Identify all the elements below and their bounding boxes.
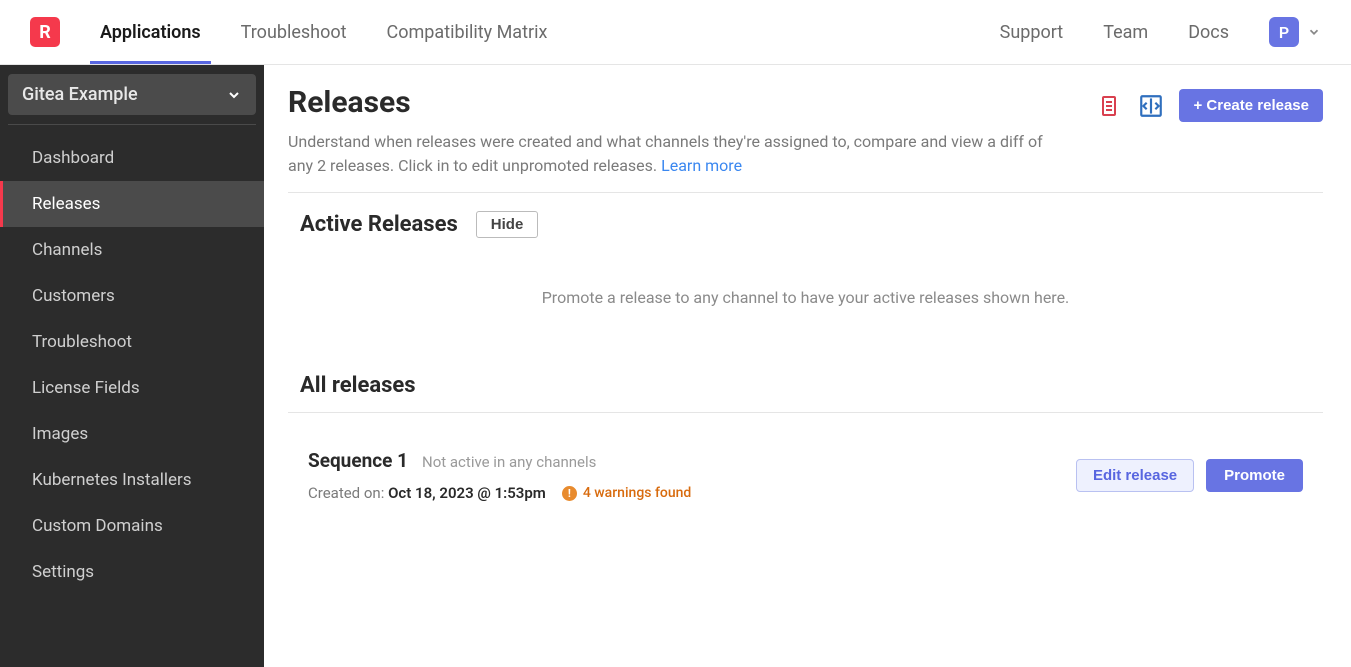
warnings-text: 4 warnings found [583, 485, 691, 501]
nav-team[interactable]: Team [1103, 2, 1148, 63]
nav-applications[interactable]: Applications [100, 2, 201, 63]
nav-compatibility-matrix[interactable]: Compatibility Matrix [387, 2, 548, 63]
sidebar-item-settings[interactable]: Settings [0, 549, 264, 595]
nav-docs[interactable]: Docs [1188, 2, 1229, 63]
nav-left: Applications Troubleshoot Compatibility … [100, 2, 1000, 63]
sidebar-item-dashboard[interactable]: Dashboard [0, 135, 264, 181]
app-selector[interactable]: Gitea Example [8, 74, 256, 115]
nav-support[interactable]: Support [1000, 2, 1064, 63]
layout: Gitea Example Dashboard Releases Channel… [0, 65, 1351, 667]
page-title-block: Releases Understand when releases were c… [288, 85, 1095, 178]
active-releases-header: Active Releases Hide [288, 211, 1323, 238]
created-date: Oct 18, 2023 @ 1:53pm [388, 484, 546, 502]
release-row: Sequence 1 Not active in any channels Cr… [288, 427, 1323, 524]
compare-releases-icon[interactable] [1137, 92, 1165, 120]
main-content: Releases Understand when releases were c… [264, 65, 1351, 667]
nav-troubleshoot[interactable]: Troubleshoot [241, 2, 347, 63]
release-actions: Edit release Promote [1076, 459, 1303, 492]
active-releases-title: Active Releases [300, 212, 458, 237]
edit-release-button[interactable]: Edit release [1076, 459, 1194, 492]
chevron-down-icon [226, 87, 242, 103]
compare-icon [1138, 93, 1164, 119]
divider [288, 192, 1323, 193]
top-nav: R Applications Troubleshoot Compatibilit… [0, 0, 1351, 65]
release-history-icon[interactable] [1095, 92, 1123, 120]
page-title: Releases [288, 85, 1095, 120]
app-selector-label: Gitea Example [22, 84, 138, 105]
learn-more-link[interactable]: Learn more [661, 156, 742, 175]
sidebar-item-customers[interactable]: Customers [0, 273, 264, 319]
divider [288, 412, 1323, 413]
sidebar: Gitea Example Dashboard Releases Channel… [0, 65, 264, 667]
promote-button[interactable]: Promote [1206, 459, 1303, 492]
avatar: P [1269, 17, 1299, 47]
active-releases-empty: Promote a release to any channel to have… [288, 248, 1323, 337]
release-label-row: Sequence 1 Not active in any channels [308, 449, 1076, 472]
page-description: Understand when releases were created an… [288, 130, 1068, 178]
create-release-button[interactable]: + Create release [1179, 89, 1323, 122]
sidebar-item-channels[interactable]: Channels [0, 227, 264, 273]
header-actions: + Create release [1095, 85, 1323, 122]
release-info: Sequence 1 Not active in any channels Cr… [308, 449, 1076, 502]
sidebar-item-license-fields[interactable]: License Fields [0, 365, 264, 411]
clipboard-icon [1097, 94, 1121, 118]
release-created: Created on: Oct 18, 2023 @ 1:53pm [308, 484, 546, 502]
brand-logo[interactable]: R [30, 17, 60, 47]
sidebar-item-releases[interactable]: Releases [0, 181, 264, 227]
user-menu[interactable]: P [1269, 17, 1321, 47]
hide-button[interactable]: Hide [476, 211, 539, 238]
warnings-link[interactable]: ! 4 warnings found [562, 485, 691, 501]
sidebar-item-kubernetes-installers[interactable]: Kubernetes Installers [0, 457, 264, 503]
release-label: Sequence 1 [308, 449, 408, 472]
divider [8, 124, 256, 125]
sidebar-top: Gitea Example [0, 65, 264, 124]
warning-icon: ! [562, 486, 577, 501]
sidebar-item-images[interactable]: Images [0, 411, 264, 457]
nav-right: Support Team Docs P [1000, 2, 1321, 63]
chevron-down-icon [1307, 25, 1321, 39]
sidebar-item-custom-domains[interactable]: Custom Domains [0, 503, 264, 549]
release-meta: Created on: Oct 18, 2023 @ 1:53pm ! 4 wa… [308, 484, 1076, 502]
release-status: Not active in any channels [422, 453, 596, 471]
page-header: Releases Understand when releases were c… [288, 85, 1323, 178]
sidebar-item-troubleshoot[interactable]: Troubleshoot [0, 319, 264, 365]
all-releases-title: All releases [288, 373, 1323, 398]
created-label: Created on: [308, 484, 384, 502]
